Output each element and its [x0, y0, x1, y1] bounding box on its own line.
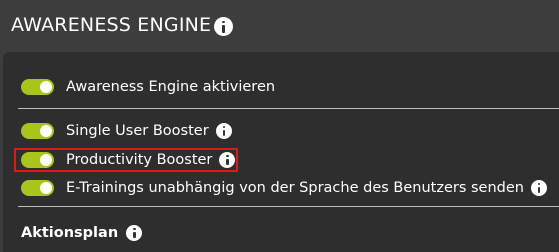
toggle-knob	[40, 125, 52, 137]
info-icon[interactable]	[214, 17, 233, 36]
engine-toggle-row: Awareness Engine aktivieren	[21, 77, 275, 97]
toggle-knob	[40, 154, 52, 166]
single-user-booster-toggle[interactable]	[21, 123, 54, 139]
action-plan-title: Aktionsplan	[21, 225, 119, 241]
info-icon[interactable]	[530, 180, 547, 196]
etrainings-language-toggle[interactable]	[21, 180, 54, 196]
awareness-engine-label: Awareness Engine aktivieren	[66, 79, 276, 95]
divider	[18, 206, 559, 207]
productivity-booster-row: Productivity Booster	[21, 150, 236, 170]
toggle-knob	[40, 182, 52, 194]
info-icon[interactable]	[126, 225, 143, 241]
action-plan-heading: Aktionsplan	[21, 225, 143, 241]
divider	[18, 108, 559, 109]
toggle-knob	[40, 81, 52, 93]
single-user-booster-label: Single User Booster	[66, 123, 209, 139]
page-title: AWARENESS ENGINE	[11, 14, 212, 36]
etrainings-language-label: E-Trainings unabhängig von der Sprache d…	[66, 180, 524, 196]
info-icon[interactable]	[219, 152, 236, 168]
productivity-booster-label: Productivity Booster	[66, 152, 213, 168]
productivity-booster-toggle[interactable]	[21, 152, 54, 168]
etrainings-language-row: E-Trainings unabhängig von der Sprache d…	[21, 178, 547, 198]
header-bar: AWARENESS ENGINE	[0, 0, 559, 52]
info-icon[interactable]	[215, 123, 232, 139]
awareness-engine-toggle[interactable]	[21, 79, 54, 95]
single-user-booster-row: Single User Booster	[21, 121, 232, 141]
